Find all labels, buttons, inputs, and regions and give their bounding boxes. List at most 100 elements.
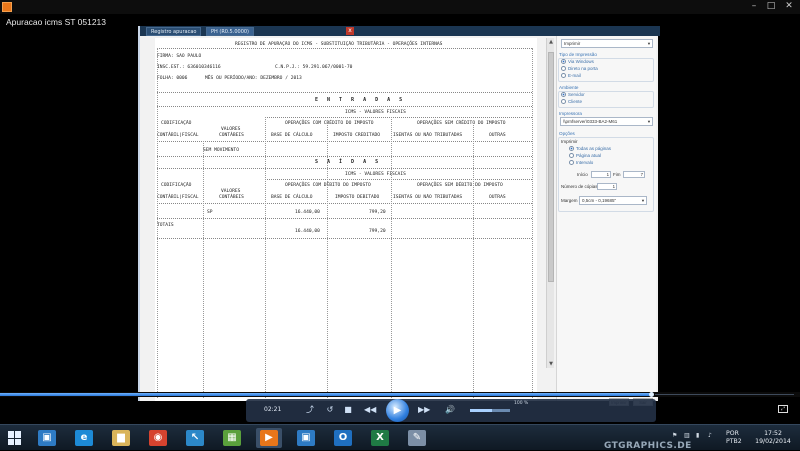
taskbar-app-outlook-icon[interactable]: O: [330, 428, 356, 448]
start-button[interactable]: [8, 431, 22, 445]
fim-label: Fim: [613, 172, 621, 177]
close-button[interactable]: ✕: [780, 0, 798, 12]
tab-ph[interactable]: PH (R0.5.0000): [206, 27, 255, 36]
col-isentas-saidas: ISENTAS OU NÃO TRIBUTADAS: [393, 195, 463, 200]
taskbar-app-media-player-icon[interactable]: ▶: [256, 428, 282, 448]
col-codificacao: CODIFICAÇÃO: [161, 121, 192, 126]
current-time: 02:21: [264, 406, 282, 413]
col-contabeis: CONTÁBEIS: [219, 133, 244, 138]
scroll-down-icon[interactable]: ▼: [547, 360, 555, 368]
fullscreen-icon[interactable]: ⤢: [778, 405, 788, 413]
seek-handle[interactable]: [649, 392, 654, 397]
saida-imposto: 799,20: [369, 210, 386, 215]
radio-cliente[interactable]: Cliente: [561, 99, 582, 105]
saida-uf: SP: [207, 210, 213, 215]
radio-via-windows[interactable]: Via Windows: [561, 59, 594, 65]
taskbar-app-file-explorer-icon[interactable]: ▆: [108, 428, 134, 448]
radio-servidor[interactable]: Servidor: [561, 92, 585, 98]
saidas-title: S A Í D A S: [315, 159, 382, 165]
report-page: REGISTRO DE APURAÇÃO DO ICMS - SUBSTITUI…: [155, 38, 537, 401]
copias-input[interactable]: 1: [597, 183, 617, 190]
repeat-icon[interactable]: ↺: [324, 404, 336, 416]
taskbar-app-gallery-icon[interactable]: ▦: [219, 428, 245, 448]
col-ops-com-credito: OPERAÇÕES COM CRÉDITO DO IMPOSTO: [285, 121, 374, 126]
col-valores: VALORES: [221, 127, 241, 132]
next-icon[interactable]: ▶▶: [418, 404, 430, 416]
tray-battery-icon[interactable]: ▮: [696, 432, 699, 439]
col-valores-saidas: VALORES: [221, 189, 241, 194]
taskbar-app-pointer-app-icon[interactable]: ↖: [182, 428, 208, 448]
radio-intervalo[interactable]: Intervalo: [569, 160, 593, 166]
report-scrollbar[interactable]: ▲ ▼: [546, 38, 554, 368]
radio-direto-porta[interactable]: Direto na porta: [561, 66, 598, 72]
margem-label: Margem: [561, 198, 578, 203]
radio-email[interactable]: E-mail: [561, 73, 581, 79]
radio-pagina-atual[interactable]: Página atual: [569, 153, 601, 159]
imprimir-label: Imprimir: [561, 139, 578, 144]
margem-select[interactable]: 0,5cm - 0,19685" ▼: [579, 196, 647, 205]
previous-icon[interactable]: ◀◀: [364, 404, 376, 416]
inicio-input[interactable]: 1: [591, 171, 611, 178]
minimize-button[interactable]: –: [745, 0, 763, 12]
copias-label: Número de cópias: [561, 184, 598, 189]
play-button[interactable]: ▶: [386, 399, 409, 422]
taskbar-app-excel-icon[interactable]: X: [367, 428, 393, 448]
col-contabil-fiscal-saidas: CONTÁBIL|FISCAL: [157, 195, 199, 200]
icms-header-saidas: ICMS - VALORES FISCAIS: [345, 172, 406, 177]
zoom-readout: 100 %: [514, 401, 529, 406]
system-clock[interactable]: 17:52 19/02/2014: [751, 430, 795, 446]
document-tab-bar: Registro apuracao PH (R0.5.0000) x: [140, 26, 660, 36]
radio-todas-paginas[interactable]: Todas as páginas: [569, 146, 611, 152]
col-ops-sem-debito: OPERAÇÕES SEM DÉBITO DO IMPOSTO: [417, 183, 503, 188]
scroll-up-icon[interactable]: ▲: [547, 38, 555, 46]
totais-imposto: 799,20: [369, 229, 386, 234]
report-insc-est: INSC.EST.: 636010346116: [157, 65, 221, 70]
tab-registro[interactable]: Registro apuracao: [146, 27, 202, 36]
taskbar-app-remote-desktop-icon[interactable]: ▣: [34, 428, 60, 448]
taskbar-app-internet-explorer-icon[interactable]: e: [71, 428, 97, 448]
report-title: REGISTRO DE APURAÇÃO DO ICMS - SUBSTITUI…: [235, 42, 443, 47]
col-base-calculo: BASE DE CÁLCULO: [271, 133, 313, 138]
report-mes-ano: MÊS OU PERÍODO/ANO: DEZEMBRO / 2013: [205, 76, 302, 81]
totais-base: 16.440,00: [295, 229, 320, 234]
report-cnpj: C.N.P.J.: 59.291.067/0001-70: [275, 65, 353, 70]
col-outras-saidas: OUTRAS: [489, 195, 506, 200]
col-contabeis-saidas: CONTÁBEIS: [219, 195, 244, 200]
fim-input[interactable]: 7: [623, 171, 645, 178]
report-firma: FIRMA: SAO PAULO: [157, 54, 202, 59]
volume-slider[interactable]: [470, 409, 510, 412]
impressora-title: Impressora: [559, 111, 582, 116]
inicio-label: Início: [577, 172, 588, 177]
share-icon[interactable]: ⤴: [304, 404, 316, 416]
printer-select[interactable]: \\prnfserver\0333-BA2-M61 ▼: [560, 117, 653, 126]
volume-icon[interactable]: 🔊: [444, 404, 456, 416]
scroll-thumb[interactable]: [548, 52, 554, 282]
col-imposto-creditado: IMPOSTO CREDITADO: [333, 133, 381, 138]
tray-network-icon[interactable]: ▥: [684, 432, 690, 439]
print-select[interactable]: Imprimir ▼: [561, 39, 653, 48]
icms-header-entradas: ICMS - VALORES FISCAIS: [345, 110, 406, 115]
totais-label: TOTAIS: [157, 223, 174, 228]
seek-progress: [0, 393, 651, 396]
tray-volume-icon[interactable]: ♪: [708, 432, 712, 439]
col-base-calculo-saidas: BASE DE CÁLCULO: [271, 195, 313, 200]
sem-movimento: SEM MOVIMENTO: [203, 148, 239, 153]
taskbar-app-chrome-icon[interactable]: ◉: [145, 428, 171, 448]
input-language[interactable]: POR PTB2: [726, 430, 742, 446]
col-codificacao-saidas: CODIFICAÇÃO: [161, 183, 192, 188]
col-imposto-debitado: IMPOSTO DEBITADO: [335, 195, 380, 200]
app-icon: [2, 2, 12, 12]
stop-icon[interactable]: ■: [342, 404, 354, 416]
taskbar-app-remote-desktop-2-icon[interactable]: ▣: [293, 428, 319, 448]
print-panel: Imprimir ▼ Tipo de Impressão Via Windows …: [556, 36, 656, 406]
report-folha: FOLHA: 0006: [157, 76, 188, 81]
close-tab-icon[interactable]: x: [346, 27, 354, 35]
taskbar-app-paint-icon[interactable]: ✎: [404, 428, 430, 448]
col-contabil-fiscal: CONTÁBIL|FISCAL: [157, 133, 199, 138]
maximize-button[interactable]: □: [762, 0, 780, 12]
seek-bar[interactable]: [0, 392, 800, 397]
volume-level: [470, 409, 492, 412]
entradas-title: E N T R A D A S: [315, 97, 406, 103]
tray-flag-icon[interactable]: ⚑: [672, 432, 677, 439]
col-ops-sem-credito: OPERAÇÕES SEM CRÉDITO DO IMPOSTO: [417, 121, 506, 126]
